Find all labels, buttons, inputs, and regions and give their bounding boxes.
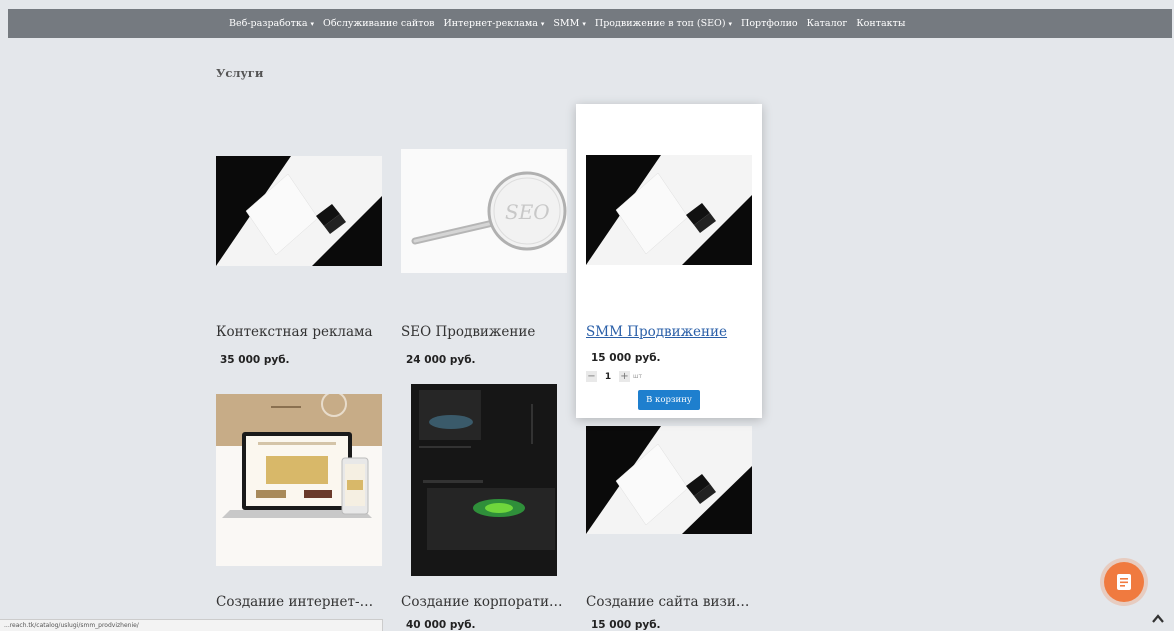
caret-down-icon: ▾: [582, 19, 586, 28]
quantity-increase-button[interactable]: +: [619, 371, 630, 382]
product-name[interactable]: Контекстная реклама: [216, 324, 380, 340]
product-image-online-store[interactable]: [216, 394, 382, 566]
page-title: Услуги: [216, 66, 264, 80]
main-menu: Веб-разработка ▾ Обслуживание сайтов Инте…: [229, 9, 914, 38]
caret-down-icon: ▾: [540, 19, 545, 28]
svg-text:SEO: SEO: [505, 200, 550, 224]
product-name-link[interactable]: SMM Продвижение: [586, 324, 750, 340]
nav-internet-ads[interactable]: Интернет-реклама ▾: [444, 18, 545, 29]
product-name[interactable]: Создание корпоративного сайта: [401, 594, 565, 610]
nav-site-maintenance[interactable]: Обслуживание сайтов: [323, 18, 434, 29]
chevron-up-icon: [1152, 614, 1164, 623]
top-navigation-bar: Веб-разработка ▾ Обслуживание сайтов Инте…: [8, 9, 1172, 38]
nav-portfolio[interactable]: Портфолио: [741, 18, 798, 29]
caret-down-icon: ▾: [728, 19, 733, 28]
product-image-corporate-site[interactable]: [411, 384, 557, 576]
product-name[interactable]: SEO Продвижение: [401, 324, 565, 340]
product-image-context-ads[interactable]: [216, 156, 382, 266]
product-price: 15 000 руб.: [591, 619, 661, 631]
caret-down-icon: ▾: [310, 19, 315, 28]
nav-seo-promotion[interactable]: Продвижение в топ (SEO) ▾: [595, 18, 732, 29]
quantity-decrease-button[interactable]: −: [586, 371, 597, 382]
product-image-business-card-site[interactable]: [586, 426, 752, 534]
quantity-input[interactable]: 1: [597, 372, 619, 382]
add-to-cart-button[interactable]: В корзину: [638, 390, 700, 410]
product-price: 15 000 руб.: [591, 352, 661, 364]
product-price: 40 000 руб.: [406, 619, 476, 631]
nav-smm[interactable]: SMM ▾: [553, 18, 585, 29]
status-bar-url: ...reach.tk/catalog/uslugi/smm_prodvizhe…: [0, 619, 383, 631]
nav-web-development[interactable]: Веб-разработка ▾: [229, 18, 314, 29]
nav-contacts[interactable]: Контакты: [856, 18, 905, 29]
scroll-to-top-button[interactable]: [1150, 611, 1166, 625]
chat-note-icon: [1117, 574, 1131, 590]
product-price: 35 000 руб.: [220, 354, 290, 366]
product-name[interactable]: Создание интернет-магазина: [216, 594, 380, 610]
product-image-seo[interactable]: SEO: [401, 149, 567, 273]
nav-catalog[interactable]: Каталог: [807, 18, 848, 29]
quantity-stepper: − 1 + шт: [586, 371, 642, 382]
product-price: 24 000 руб.: [406, 354, 476, 366]
product-image-smm[interactable]: [586, 155, 752, 265]
product-name[interactable]: Создание сайта визитки: [586, 594, 750, 610]
quantity-unit: шт: [633, 373, 642, 380]
product-card-smm[interactable]: SMM Продвижение 15 000 руб. − 1 + шт В к…: [576, 104, 762, 418]
chat-button[interactable]: [1104, 562, 1144, 602]
